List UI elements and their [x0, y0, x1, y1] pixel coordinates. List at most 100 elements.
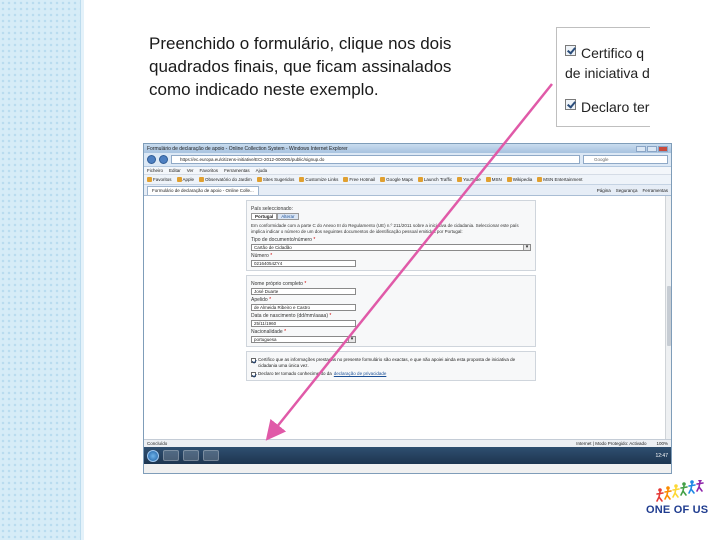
favorite-link[interactable]: Free Hotmail	[343, 177, 375, 182]
favorite-link[interactable]: Wikipedia	[506, 177, 532, 182]
declare-row: Declaro ter tomado conhecimento da decla…	[251, 371, 531, 377]
status-text: Concluído	[147, 441, 168, 446]
certify-text: Certifico que as informações prestadas n…	[258, 357, 516, 368]
address-bar-row: https://ec.europa.eu/citizens-initiative…	[144, 153, 671, 167]
nationality-select[interactable]: portuguesa	[251, 336, 356, 343]
page-icon	[199, 177, 205, 182]
birthdate-field[interactable]: 25/11/1960	[251, 320, 356, 327]
country-label: País seleccionado:	[251, 206, 293, 212]
taskbar-app-icon[interactable]	[163, 450, 179, 461]
fullname-label: Nome próprio completo *	[251, 281, 307, 287]
favorites-bar: Favoritos Apple Observatório do Jardim S…	[144, 175, 671, 185]
page-icon	[485, 177, 491, 182]
search-input[interactable]: Google	[583, 155, 668, 164]
running-figures-icon	[656, 480, 704, 502]
one-of-us-logo: ONE OF US	[646, 478, 708, 518]
toolbar-item[interactable]: Ferramentas	[642, 188, 668, 193]
zoom-certify-label-line2: de iniciativa d	[565, 65, 650, 81]
figure-body	[672, 487, 680, 498]
doc-type-label: Tipo de documento/número *	[251, 237, 316, 243]
taskbar-app-icon[interactable]	[203, 450, 219, 461]
privacy-link[interactable]: declaração de privacidade	[334, 371, 387, 377]
page-icon	[299, 177, 305, 182]
birthdate-label: Data de nascimento (dd/mm/aaaa) *	[251, 313, 332, 319]
page-icon	[343, 177, 349, 182]
minimize-icon[interactable]	[636, 145, 646, 152]
certify-checkbox[interactable]	[251, 358, 256, 363]
favorite-link[interactable]: Favoritos	[147, 177, 172, 182]
vertical-scrollbar[interactable]	[665, 196, 671, 439]
page-icon	[506, 177, 512, 182]
start-button-icon[interactable]	[147, 449, 159, 462]
toolbar-item[interactable]: Página	[597, 188, 611, 193]
declare-text: Declaro ter tomado conhecimento da	[258, 371, 332, 376]
page-content: País seleccionado: Portugal Alterar Em c…	[144, 196, 671, 439]
favorite-link[interactable]: MSN Entertainment	[537, 177, 583, 182]
menu-item[interactable]: Ver	[187, 168, 194, 173]
zoom-row-certify: Certifico q	[565, 45, 644, 61]
zoom-row-declare: Declaro ter	[565, 99, 649, 115]
nationality-label: Nacionalidade *	[251, 329, 287, 335]
zoomed-checkbox-inset: Certifico q de iniciativa d Declaro ter	[556, 27, 650, 127]
surname-label: Apelido *	[251, 297, 272, 303]
figure-body	[688, 483, 696, 494]
close-icon[interactable]	[658, 145, 668, 152]
support-form: País seleccionado: Portugal Alterar Em c…	[246, 200, 536, 385]
favorite-link[interactable]: Launch Traffic	[417, 177, 452, 182]
page-icon	[380, 177, 386, 182]
forward-icon[interactable]	[159, 155, 168, 164]
browser-title: Formulário de declaração de apoio - Onli…	[147, 145, 348, 152]
page-icon	[537, 177, 543, 182]
instruction-line: Preenchido o formulário, clique nos dois	[149, 34, 452, 53]
menu-item[interactable]: Favoritos	[200, 168, 219, 173]
checked-checkbox-icon	[565, 99, 576, 110]
surname-field[interactable]: de Almeida Ribeiro e Castro	[251, 304, 356, 311]
number-label: Número *	[251, 253, 273, 259]
menu-item[interactable]: Editar	[169, 168, 181, 173]
country-section: País seleccionado: Portugal Alterar Em c…	[246, 200, 536, 271]
decorative-side-strip	[0, 0, 80, 540]
page-icon	[417, 177, 423, 182]
favorite-link[interactable]: Observatório do Jardim	[199, 177, 252, 182]
personal-section: Nome próprio completo * José Duarte Apel…	[246, 275, 536, 347]
decorative-side-line	[80, 0, 84, 540]
page-icon	[176, 177, 182, 182]
logo-text: ONE OF US	[646, 504, 709, 516]
toolbar-item[interactable]: Segurança	[616, 188, 638, 193]
figure-body	[680, 485, 688, 496]
doc-type-select[interactable]: Cartão de Cidadão	[251, 244, 531, 251]
status-bar: Concluído Internet | Modo Protegido: Act…	[144, 439, 671, 447]
favorite-link[interactable]: Sites Sugeridos	[256, 177, 294, 182]
menu-item[interactable]: Ficheiro	[147, 168, 163, 173]
country-value: Portugal	[251, 213, 278, 220]
back-icon[interactable]	[147, 155, 156, 164]
certify-row: Certifico que as informações prestadas n…	[251, 357, 531, 369]
browser-window-screenshot: Formulário de declaração de apoio - Onli…	[143, 143, 672, 474]
fullname-field[interactable]: José Duarte	[251, 288, 356, 295]
figure-body	[664, 489, 672, 500]
maximize-icon[interactable]	[647, 145, 657, 152]
taskbar-app-icon[interactable]	[183, 450, 199, 461]
zoom-level[interactable]: 100%	[656, 441, 668, 446]
favorite-link[interactable]: MSN	[485, 177, 502, 182]
favorite-link[interactable]: Google Maps	[380, 177, 413, 182]
scrollbar-thumb[interactable]	[667, 286, 671, 346]
browser-tab[interactable]: Formulário de declaração de apoio - Onli…	[147, 185, 259, 195]
windows-taskbar: 12:47	[144, 447, 671, 464]
change-country-button[interactable]: Alterar	[277, 213, 299, 220]
url-field[interactable]: https://ec.europa.eu/citizens-initiative…	[171, 155, 580, 164]
favorite-link[interactable]: Customize Links	[299, 177, 338, 182]
number-field[interactable]: 02164054ZY4	[251, 260, 356, 267]
menu-item[interactable]: Ajuda	[256, 168, 268, 173]
declare-checkbox[interactable]	[251, 372, 256, 377]
instruction-text: Preenchido o formulário, clique nos dois…	[149, 32, 509, 101]
star-icon	[147, 177, 152, 182]
favorite-link[interactable]: Apple	[176, 177, 194, 182]
page-icon	[457, 177, 463, 182]
instruction-line: quadrados finais, que ficam assinalados	[149, 57, 452, 76]
favorite-link[interactable]: YouTube	[457, 177, 481, 182]
page-icon	[256, 177, 262, 182]
menu-item[interactable]: Ferramentas	[224, 168, 250, 173]
instruction-line: como indicado neste exemplo.	[149, 80, 379, 99]
zoom-certify-label: Certifico q	[581, 45, 645, 61]
